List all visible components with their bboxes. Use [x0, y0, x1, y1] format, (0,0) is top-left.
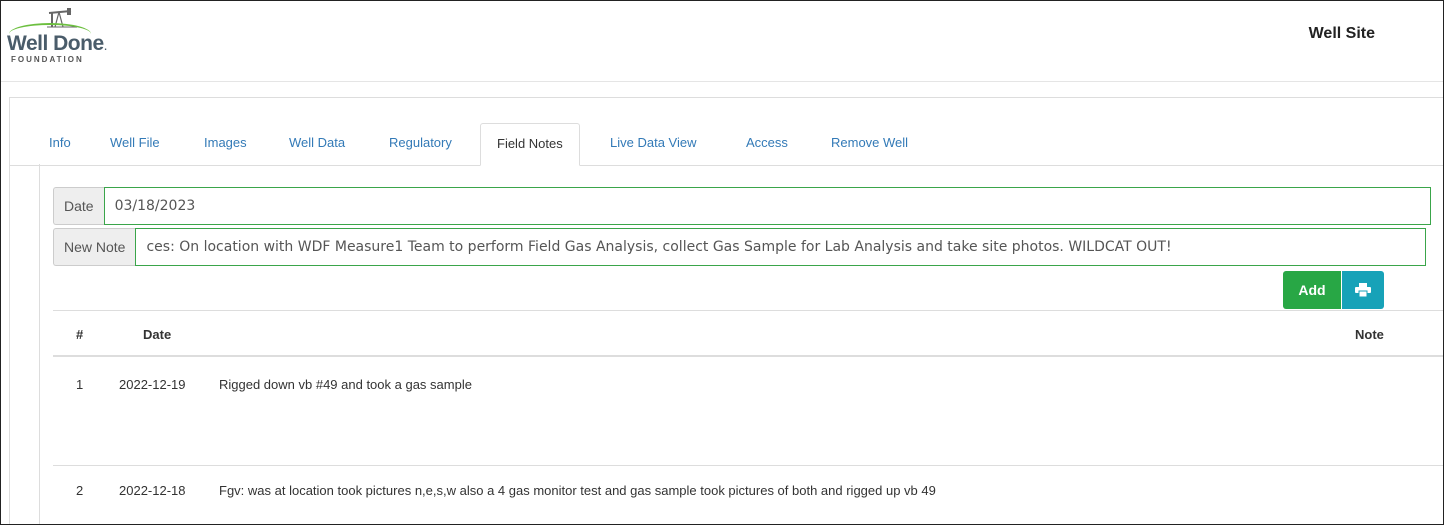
row-date: 2022-12-18: [119, 483, 186, 498]
table-header-border: [53, 355, 1443, 357]
tab-field-notes[interactable]: Field Notes: [480, 123, 580, 166]
new-note-input[interactable]: [135, 228, 1427, 266]
tab-bar: Info Well File Images Well Data Regulato…: [9, 123, 1443, 166]
row-note: Rigged down vb #49 and took a gas sample: [219, 377, 472, 392]
date-label: Date: [53, 187, 104, 225]
row-num: 2: [76, 483, 84, 498]
table-top-border: [53, 310, 1443, 311]
row-note: Fgv: was at location took pictures n,e,s…: [219, 483, 936, 498]
col-header-num: #: [76, 327, 84, 342]
print-icon: [1355, 283, 1371, 297]
window-frame: Well Done. FOUNDATION Well Site Info Wel…: [0, 0, 1444, 525]
add-button[interactable]: Add: [1283, 271, 1341, 309]
tab-remove-well[interactable]: Remove Well: [831, 123, 908, 163]
row-divider: [53, 465, 1443, 466]
print-button[interactable]: [1342, 271, 1384, 309]
row-date: 2022-12-19: [119, 377, 186, 392]
logo-wordmark: Well Done.: [7, 32, 108, 55]
tab-well-data[interactable]: Well Data: [289, 123, 345, 163]
tab-info[interactable]: Info: [49, 123, 71, 163]
new-note-label: New Note: [53, 228, 136, 266]
tab-live-data-view[interactable]: Live Data View: [610, 123, 696, 163]
logo-subtitle: FOUNDATION: [11, 55, 84, 64]
col-header-note: Note: [1355, 327, 1384, 342]
tab-access[interactable]: Access: [746, 123, 788, 163]
row-num: 1: [76, 377, 84, 392]
tab-regulatory[interactable]: Regulatory: [389, 123, 452, 163]
top-navbar: Well Done. FOUNDATION Well Site: [1, 1, 1443, 82]
date-input[interactable]: [103, 187, 1431, 225]
date-input-group: Date: [53, 187, 1431, 225]
site-title: Well Site: [1308, 25, 1375, 42]
tab-well-file[interactable]: Well File: [110, 123, 160, 163]
tab-images[interactable]: Images: [204, 123, 247, 163]
note-input-group: New Note: [53, 228, 1427, 266]
logo[interactable]: Well Done. FOUNDATION: [7, 7, 127, 67]
col-header-date: Date: [143, 327, 172, 342]
